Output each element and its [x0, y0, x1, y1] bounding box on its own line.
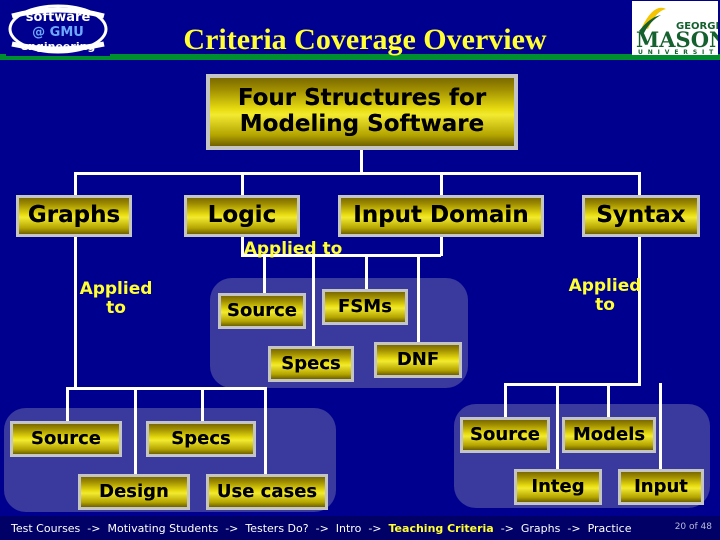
software-engineering-gmu-logo: software @ GMU engineering — [6, 2, 110, 56]
connector-graphs-bus — [66, 387, 266, 390]
connector-to-logic — [241, 172, 244, 196]
breadcrumb-separator: -> — [225, 521, 239, 535]
node-input-domain[interactable]: Input Domain — [338, 195, 544, 237]
connector-to-input-domain — [440, 172, 443, 196]
node-specs-graphs-label: Specs — [171, 427, 231, 449]
node-use-cases-graphs-label: Use cases — [216, 480, 318, 502]
node-specs-graphs[interactable]: Specs — [146, 421, 256, 457]
node-design-graphs[interactable]: Design — [78, 474, 190, 510]
connector-to-specs-mid — [312, 254, 315, 347]
node-graphs[interactable]: Graphs — [16, 195, 132, 237]
node-design-graphs-label: Design — [99, 480, 169, 502]
node-input-syntax[interactable]: Input — [618, 469, 704, 505]
node-graphs-label: Graphs — [27, 202, 121, 229]
node-use-cases-graphs[interactable]: Use cases — [206, 474, 328, 510]
breadcrumb-item[interactable]: Test Courses — [6, 522, 85, 535]
breadcrumb-separator: -> — [368, 521, 382, 535]
node-integ-syntax-label: Integ — [531, 475, 585, 497]
node-logic[interactable]: Logic — [184, 195, 300, 237]
breadcrumb-item[interactable]: Teaching Criteria — [384, 522, 499, 535]
breadcrumb-separator: -> — [500, 521, 514, 535]
node-models-syntax-label: Models — [572, 423, 646, 445]
connector-to-input-br — [659, 383, 662, 470]
george-mason-university-logo: GEORGE MASON U N I V E R S I T Y — [632, 1, 718, 55]
node-input-syntax-label: Input — [634, 475, 688, 497]
slide-canvas: software @ GMU engineering GEORGE MASON … — [0, 0, 720, 540]
node-syntax-label: Syntax — [596, 202, 686, 229]
node-specs-middle[interactable]: Specs — [268, 346, 354, 382]
edge-label-applied-to-left: Applied to — [79, 279, 153, 318]
logo-left-line3: engineering — [21, 40, 96, 53]
breadcrumb-separator: -> — [87, 521, 101, 535]
node-source-syntax[interactable]: Source — [460, 417, 550, 453]
node-source-syntax-label: Source — [470, 423, 540, 445]
node-source-middle-label: Source — [227, 299, 297, 321]
node-source-graphs-label: Source — [31, 427, 101, 449]
page-title: Criteria Coverage Overview — [183, 23, 547, 56]
node-source-middle[interactable]: Source — [218, 293, 306, 329]
connector-level1-bus — [74, 172, 641, 175]
connector-syntax-bus — [504, 383, 641, 386]
node-logic-label: Logic — [207, 202, 277, 229]
connector-to-design-bl — [134, 387, 137, 475]
node-fsms-label: FSMs — [338, 295, 392, 317]
connector-to-integ-br — [556, 383, 559, 470]
node-fsms[interactable]: FSMs — [322, 289, 408, 325]
node-four-structures-line2: Modeling Software — [239, 111, 485, 137]
node-specs-middle-label: Specs — [281, 352, 341, 374]
breadcrumb-separator: -> — [567, 521, 581, 535]
connector-to-source-mid — [263, 254, 266, 294]
logo-left-line2: @ GMU — [32, 25, 84, 40]
node-four-structures-line1: Four Structures for — [237, 85, 487, 112]
breadcrumb: Test Courses -> Motivating Students -> Teste… — [6, 519, 637, 537]
logo-right-line3: U N I V E R S I T Y — [638, 49, 718, 55]
node-dnf-label: DNF — [396, 348, 440, 370]
connector-to-usecases-bl — [264, 387, 267, 475]
node-syntax[interactable]: Syntax — [582, 195, 700, 237]
connector-to-models-br — [607, 383, 610, 418]
node-source-graphs[interactable]: Source — [10, 421, 122, 457]
node-dnf[interactable]: DNF — [374, 342, 462, 378]
connector-to-source-bl — [66, 387, 69, 422]
breadcrumb-item[interactable]: Practice — [583, 522, 637, 535]
connector-input-domain-down — [440, 237, 443, 256]
breadcrumb-item[interactable]: Graphs — [516, 522, 565, 535]
node-integ-syntax[interactable]: Integ — [514, 469, 602, 505]
connector-to-specs-bl — [201, 387, 204, 422]
page-number: 20 of 48 — [674, 522, 712, 532]
connector-to-fsms — [365, 254, 368, 290]
connector-to-dnf — [417, 254, 420, 343]
breadcrumb-separator: -> — [315, 521, 329, 535]
node-four-structures[interactable]: Four Structures for Modeling Software — [206, 74, 518, 150]
breadcrumb-item[interactable]: Testers Do? — [240, 522, 313, 535]
breadcrumb-item[interactable]: Motivating Students — [102, 522, 223, 535]
connector-root-stem — [360, 150, 363, 174]
connector-to-source-br — [504, 383, 507, 418]
edge-label-applied-to-right: Applied to — [568, 276, 642, 315]
connector-to-graphs — [74, 172, 77, 196]
breadcrumb-item[interactable]: Intro — [331, 522, 367, 535]
logo-left-line1: software — [26, 10, 91, 25]
edge-label-applied-to-top: Applied to — [243, 239, 343, 259]
node-models-syntax[interactable]: Models — [562, 417, 656, 453]
node-input-domain-label: Input Domain — [353, 202, 529, 229]
connector-to-syntax — [638, 172, 641, 196]
